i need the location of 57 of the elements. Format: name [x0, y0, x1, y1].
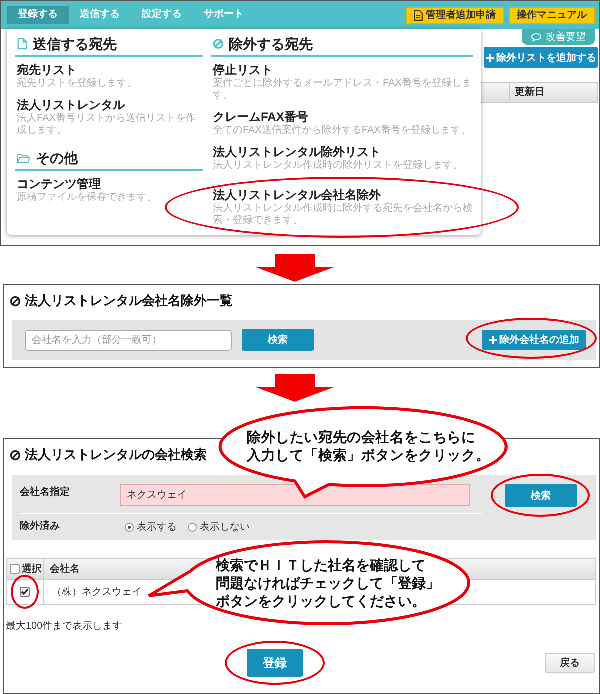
document-icon: [17, 38, 28, 50]
radio-label: 表示する: [137, 520, 177, 534]
search-button[interactable]: 検索: [242, 329, 314, 351]
prohibited-icon: [10, 296, 21, 306]
limit-note: 最大100件まで表示します: [6, 621, 123, 633]
select-all-checkbox[interactable]: [10, 564, 20, 574]
search-button[interactable]: 検索: [505, 484, 577, 507]
menu-item[interactable]: 法人リストレンタル除外リスト: [213, 145, 381, 160]
plus-icon: [486, 54, 494, 62]
back-button[interactable]: 戻る: [545, 653, 595, 673]
radio-label: 表示しない: [200, 520, 250, 534]
document-icon: [414, 10, 423, 20]
company-name-field[interactable]: ネクスウェイ: [120, 484, 470, 506]
menu-item[interactable]: 法人リストレンタル会社名除外: [213, 188, 381, 203]
search-field[interactable]: 会社名を入力（部分一致可）: [25, 330, 232, 350]
field-label: 除外済み: [20, 520, 61, 534]
menu-item-description: 宛先リストを登録します。: [17, 78, 137, 90]
menu-item[interactable]: クレームFAX番号: [213, 110, 308, 125]
folder-icon: [17, 152, 31, 164]
menu-item-description: 全てのFAX送信案件から除外するFAX番号を登録します。: [213, 125, 471, 137]
menu-item-description: 法人リストレンタル作成時に除外する宛先を会社名から検索・登録できます。: [213, 203, 473, 227]
speech-bubble-icon: [531, 32, 542, 42]
callout-text: 問題なければチェックして「登録」: [216, 574, 440, 592]
checkmark-icon: [21, 588, 29, 596]
menu-item[interactable]: 停止リスト: [213, 63, 273, 78]
table-cell-text: （株）ネクスウェイ: [52, 586, 142, 599]
section-heading: 除外する宛先: [229, 35, 313, 53]
add-company-button[interactable]: 除外会社名の追加: [482, 330, 586, 350]
field-label: 会社名指定: [20, 485, 71, 500]
callout-text: 検索でＨＩＴした社名を確認して: [216, 556, 426, 574]
section-heading: 送信する宛先: [33, 35, 117, 53]
prohibited-icon: [213, 38, 224, 50]
menu-item-description: 原稿ファイルを保存できます。: [17, 192, 157, 204]
callout-text: 除外したい宛先の会社名をこちらに: [247, 428, 476, 446]
column-header: 選択: [22, 562, 42, 576]
menu-item[interactable]: 法人リストレンタル: [17, 98, 125, 113]
prohibited-icon: [10, 450, 21, 460]
menu-item-description: 案件ごとに除外するメールアドレス・FAX番号を登録します。: [213, 78, 473, 102]
header-button[interactable]: 操作マニュアル: [509, 6, 595, 24]
radio-button[interactable]: [125, 522, 134, 532]
callout-text: ボタンをクリックしてください。: [216, 592, 426, 610]
callout-text: 入力して「検索」ボタンをクリック。: [247, 446, 490, 464]
column-header: 会社名: [50, 562, 80, 576]
column-header: 更新日: [509, 83, 597, 102]
screen-title: 法人リストレンタルの会社検索: [25, 446, 207, 464]
menu-item-description: 法人FAX番号リストから送信リストを作成します。: [17, 113, 197, 137]
menu-item-description: 法人リストレンタル作成時の除外リストを登録します。: [213, 160, 463, 172]
menu-item[interactable]: コンテンツ管理: [17, 177, 101, 192]
plus-icon: [488, 336, 496, 344]
header-button[interactable]: 管理者追加申請: [406, 6, 504, 24]
screen-title: 法人リストレンタル会社名除外一覧: [25, 292, 233, 310]
register-button[interactable]: 登録: [247, 649, 303, 677]
menu-item[interactable]: 宛先リスト: [17, 63, 77, 78]
section-heading: その他: [36, 149, 78, 167]
radio-button[interactable]: [188, 522, 197, 532]
add-list-button[interactable]: 除外リストを追加する: [484, 47, 598, 68]
row-checkbox[interactable]: [20, 587, 30, 597]
